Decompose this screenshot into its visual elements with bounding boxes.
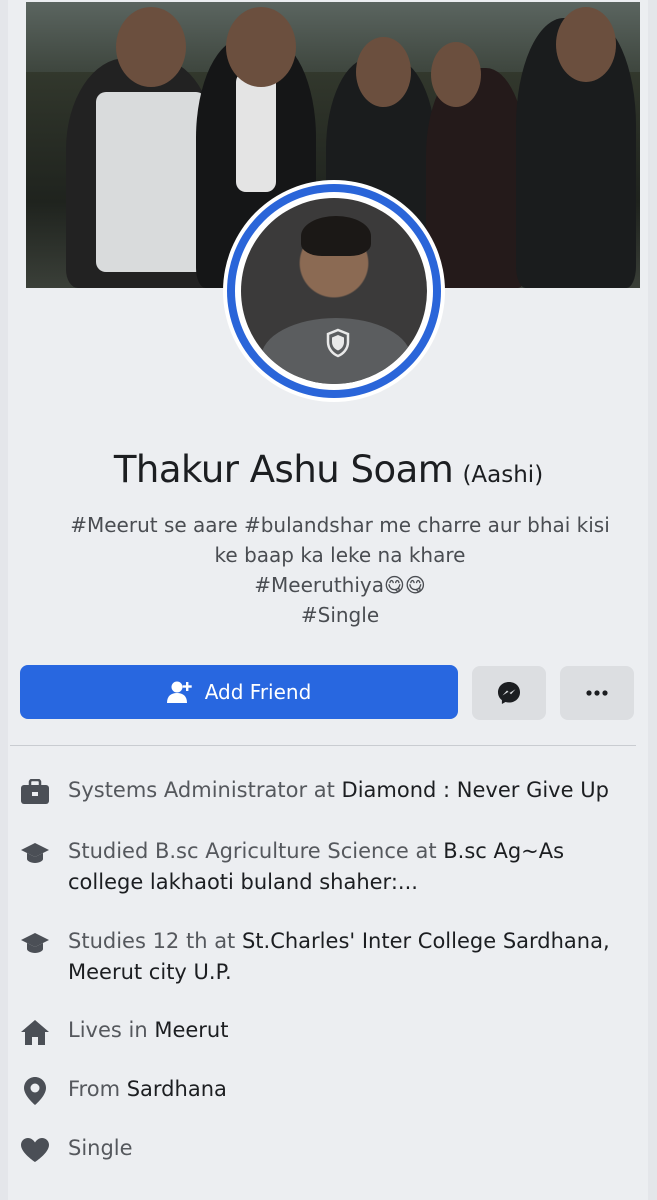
detail-prefix: Studied B.sc Agriculture Science at <box>68 839 444 863</box>
bio-line: ke baap ka leke na khare <box>214 543 466 567</box>
bio-line: #Single <box>300 603 380 627</box>
detail-prefix: From <box>68 1077 127 1101</box>
more-icon <box>586 690 608 696</box>
location-pin-icon <box>24 1077 46 1105</box>
detail-prefix: Single <box>68 1136 133 1160</box>
profile-avatar[interactable] <box>223 180 445 402</box>
bio-line: #Meeruthiya😋😋 <box>254 573 426 597</box>
detail-lives-in[interactable]: Lives in Meerut <box>18 1015 638 1049</box>
profile-name-row: Thakur Ashu Soam (Aashi) <box>0 448 657 491</box>
detail-relationship[interactable]: Single <box>18 1133 638 1167</box>
avatar-photo <box>241 198 427 384</box>
graduation-cap-icon <box>21 843 49 863</box>
add-user-icon <box>166 681 192 703</box>
graduation-cap-icon <box>21 933 49 953</box>
more-options-button[interactable] <box>560 666 634 720</box>
shield-icon <box>326 328 350 358</box>
detail-from[interactable]: From Sardhana <box>18 1074 638 1108</box>
profile-alternate-name: (Aashi) <box>462 462 544 488</box>
heart-icon <box>21 1138 49 1162</box>
add-friend-label: Add Friend <box>204 680 312 704</box>
detail-prefix: Systems Administrator at <box>68 778 342 802</box>
detail-value: Meerut <box>154 1018 229 1042</box>
add-friend-button[interactable]: Add Friend <box>20 665 458 719</box>
detail-education-school[interactable]: Studies 12 th at St.Charles' Inter Colle… <box>18 926 638 988</box>
messenger-icon <box>498 682 520 704</box>
briefcase-icon <box>21 779 49 804</box>
detail-value: Sardhana <box>126 1077 227 1101</box>
detail-prefix: Lives in <box>68 1018 155 1042</box>
bio-line: #Meerut se aare #bulandshar me charre au… <box>70 513 610 537</box>
section-divider <box>10 745 636 746</box>
detail-education-college[interactable]: Studied B.sc Agriculture Science at B.sc… <box>18 836 638 898</box>
detail-work[interactable]: Systems Administrator at Diamond : Never… <box>18 775 638 809</box>
profile-bio: #Meerut se aare #bulandshar me charre au… <box>40 510 640 630</box>
home-icon <box>21 1020 49 1045</box>
profile-name: Thakur Ashu Soam <box>113 448 454 491</box>
detail-prefix: Studies 12 th at <box>68 929 242 953</box>
detail-value: Diamond : Never Give Up <box>341 778 609 802</box>
messenger-button[interactable] <box>472 666 546 720</box>
